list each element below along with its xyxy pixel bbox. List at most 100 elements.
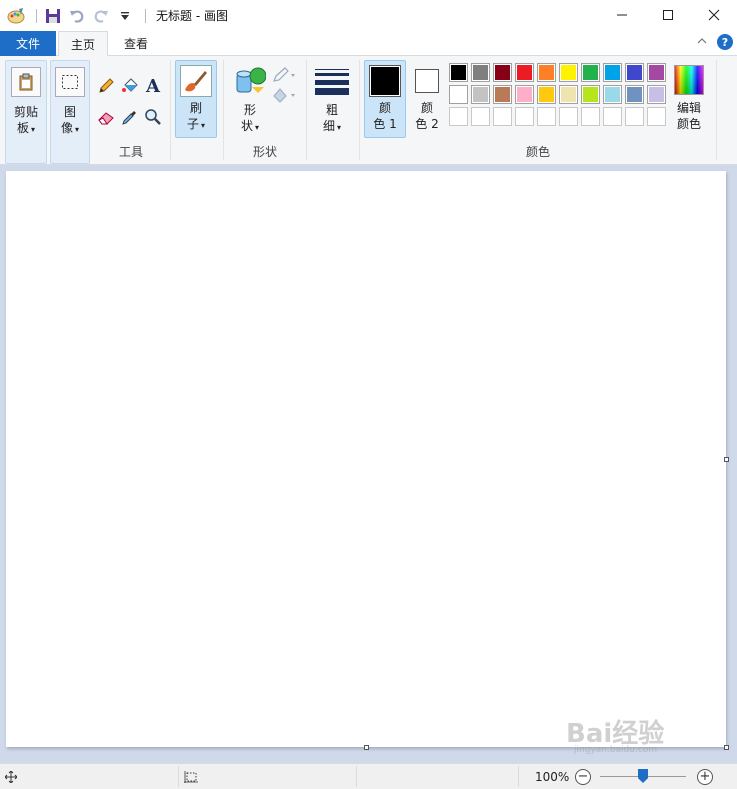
palette-swatch[interactable] xyxy=(559,63,578,82)
palette-swatch-color xyxy=(649,87,664,102)
fill-bucket-icon[interactable] xyxy=(119,75,141,97)
palette-swatch[interactable] xyxy=(581,107,600,126)
zoom-in-icon: + xyxy=(697,768,713,785)
palette-swatch[interactable] xyxy=(625,85,644,104)
separator xyxy=(306,60,307,160)
palette-swatch[interactable] xyxy=(559,107,578,126)
palette-swatch[interactable] xyxy=(625,107,644,126)
palette-swatch-color xyxy=(451,87,466,102)
drawing-canvas[interactable] xyxy=(6,171,726,747)
palette-swatch[interactable] xyxy=(493,63,512,82)
shapes-label-1: 形 xyxy=(243,103,256,117)
color-spectrum-icon xyxy=(674,65,704,95)
palette-swatch[interactable] xyxy=(449,85,468,104)
palette-swatch[interactable] xyxy=(471,63,490,82)
palette-swatch[interactable] xyxy=(581,85,600,104)
shapes-button[interactable]: 形 状 ▾ xyxy=(228,60,272,138)
palette-swatch[interactable] xyxy=(581,63,600,82)
edit-colors-button[interactable]: 编辑 颜色 xyxy=(666,60,712,138)
palette-swatch[interactable] xyxy=(647,63,666,82)
ribbon: 剪贴 板 ▾ 图 像 ▾ A 工具 刷 子 ▾ 形 状 ▾ 形状 粗 细 ▾ 颜… xyxy=(0,56,737,165)
size-button[interactable]: 粗 细 ▾ xyxy=(310,60,354,138)
palette-swatch[interactable] xyxy=(603,107,622,126)
resize-handle-corner[interactable] xyxy=(724,745,729,750)
brushes-label-2: 子 ▾ xyxy=(186,117,206,131)
color1-button[interactable]: 颜 色 1 xyxy=(364,60,406,138)
paint-app-icon[interactable] xyxy=(6,6,26,26)
outline-dropdown-icon[interactable] xyxy=(271,64,299,86)
separator xyxy=(518,766,519,787)
close-button[interactable] xyxy=(691,0,737,30)
palette-swatch-color xyxy=(627,87,642,102)
color2-button[interactable]: 颜 色 2 xyxy=(408,60,446,138)
tab-file[interactable]: 文件 xyxy=(0,31,56,56)
color-picker-icon[interactable] xyxy=(119,106,141,128)
palette-swatch[interactable] xyxy=(449,63,468,82)
help-icon[interactable]: ? xyxy=(717,34,733,50)
image-label-1: 图 xyxy=(63,105,76,119)
palette-swatch[interactable] xyxy=(449,107,468,126)
watermark-url: jingyan.baidu.com xyxy=(574,745,658,755)
palette-swatch-color xyxy=(473,65,488,80)
pencil-icon[interactable] xyxy=(95,75,117,97)
canvas-workspace[interactable]: Bai经验 jingyan.baidu.com xyxy=(0,165,737,763)
magnifier-icon[interactable] xyxy=(142,106,164,128)
tab-home[interactable]: 主页 xyxy=(58,31,108,57)
minimize-button[interactable] xyxy=(599,0,645,30)
color-palette xyxy=(449,63,669,129)
select-icon xyxy=(55,67,85,97)
palette-swatch[interactable] xyxy=(537,63,556,82)
fill-dropdown-icon[interactable] xyxy=(271,84,299,106)
tab-view[interactable]: 查看 xyxy=(110,31,162,56)
edit-colors-label-1: 编辑 xyxy=(676,101,701,115)
paste-icon xyxy=(11,67,41,97)
cursor-position-icon xyxy=(5,764,25,789)
palette-swatch-color xyxy=(605,87,620,102)
maximize-button[interactable] xyxy=(645,0,691,30)
image-button[interactable]: 图 像 ▾ xyxy=(50,60,90,164)
title-bar: 无标题 - 画图 xyxy=(0,0,737,31)
palette-swatch[interactable] xyxy=(493,107,512,126)
tools-group-label: 工具 xyxy=(118,145,143,159)
palette-swatch[interactable] xyxy=(603,63,622,82)
palette-swatch[interactable] xyxy=(471,85,490,104)
resize-handle-right[interactable] xyxy=(724,457,729,462)
palette-swatch[interactable] xyxy=(603,85,622,104)
separator xyxy=(36,8,37,23)
palette-swatch[interactable] xyxy=(647,107,666,126)
brushes-button[interactable]: 刷 子 ▾ xyxy=(175,60,217,138)
separator xyxy=(170,60,171,160)
undo-icon[interactable] xyxy=(67,6,87,26)
palette-swatch[interactable] xyxy=(515,85,534,104)
separator xyxy=(145,8,146,23)
palette-swatch-color xyxy=(517,65,532,80)
zoom-slider-thumb[interactable] xyxy=(638,769,648,783)
window-title: 无标题 - 画图 xyxy=(156,9,228,23)
window-controls xyxy=(599,0,737,30)
palette-swatch[interactable] xyxy=(647,85,666,104)
zoom-out-button[interactable]: − xyxy=(575,764,591,789)
redo-icon[interactable] xyxy=(91,6,111,26)
palette-swatch[interactable] xyxy=(537,85,556,104)
palette-swatch[interactable] xyxy=(559,85,578,104)
customize-toolbar-dropdown-icon[interactable] xyxy=(115,6,135,26)
palette-swatch[interactable] xyxy=(493,85,512,104)
zoom-in-button[interactable]: + xyxy=(697,764,713,789)
resize-handle-bottom[interactable] xyxy=(364,745,369,750)
palette-swatch-color xyxy=(561,65,576,80)
palette-swatch[interactable] xyxy=(515,63,534,82)
selection-size-icon xyxy=(184,764,204,789)
palette-swatch-color xyxy=(605,65,620,80)
clipboard-button[interactable]: 剪贴 板 ▾ xyxy=(5,60,47,164)
palette-swatch[interactable] xyxy=(515,107,534,126)
line-width-icon xyxy=(315,67,349,97)
palette-swatch-color xyxy=(539,65,554,80)
palette-swatch[interactable] xyxy=(625,63,644,82)
collapse-ribbon-icon[interactable] xyxy=(697,35,707,49)
text-tool-icon[interactable]: A xyxy=(142,75,164,97)
palette-swatch[interactable] xyxy=(471,107,490,126)
save-icon[interactable] xyxy=(43,6,63,26)
eraser-icon[interactable] xyxy=(95,106,117,128)
palette-swatch[interactable] xyxy=(537,107,556,126)
clipboard-label-1: 剪贴 xyxy=(13,105,38,119)
